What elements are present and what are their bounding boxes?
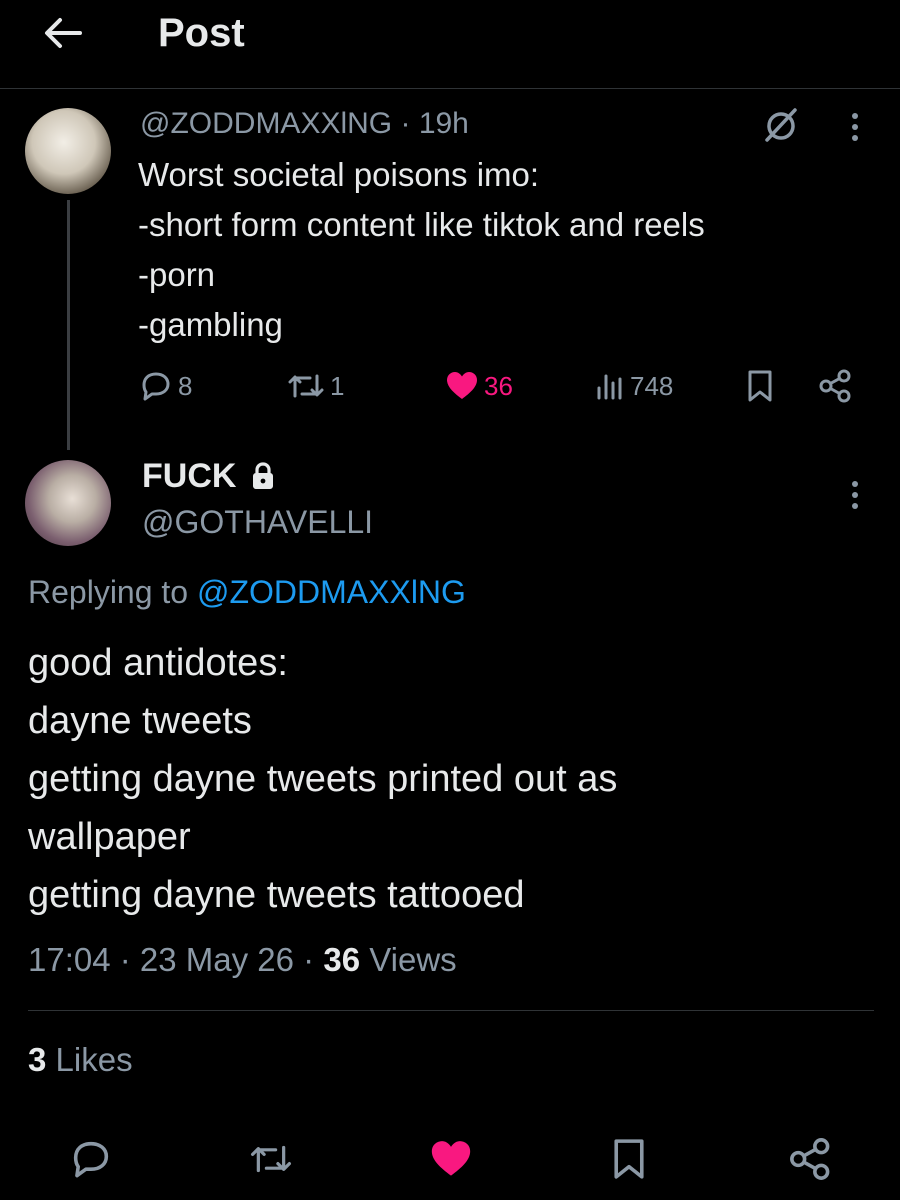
views-count: 748 bbox=[630, 370, 674, 401]
parent-like-button[interactable]: 36 bbox=[444, 368, 513, 404]
avatar-gothavelli[interactable] bbox=[25, 460, 111, 546]
parent-post-line: -porn bbox=[138, 256, 216, 293]
lock-icon bbox=[253, 462, 274, 489]
display-name: FUCK bbox=[142, 457, 237, 495]
like-button[interactable] bbox=[428, 1136, 474, 1182]
main-post-line: dayne tweets bbox=[28, 700, 252, 742]
main-post-author[interactable]: FUCK bbox=[142, 456, 276, 496]
parent-post-line: -gambling bbox=[138, 306, 283, 343]
meta-separator: · bbox=[294, 941, 324, 978]
reply-icon bbox=[142, 372, 170, 401]
main-post-line: getting dayne tweets printed out as bbox=[28, 758, 618, 800]
parent-post-text: Worst societal poisons imo: -short form … bbox=[138, 150, 705, 350]
parent-post-meta: @ZODDMAXXlNG · 19h bbox=[140, 104, 469, 144]
main-post-line: wallpaper bbox=[28, 816, 191, 858]
reply-count: 8 bbox=[178, 370, 193, 401]
views-icon bbox=[597, 374, 622, 400]
header-divider bbox=[0, 88, 900, 89]
main-more-button[interactable] bbox=[840, 478, 870, 512]
share-button[interactable] bbox=[788, 1136, 834, 1182]
back-arrow-icon bbox=[45, 18, 82, 48]
heart-icon bbox=[431, 1141, 471, 1176]
avatar-zoddmaxxing[interactable] bbox=[25, 108, 111, 194]
main-post-text: good antidotes: dayne tweets getting day… bbox=[28, 634, 617, 924]
post-date[interactable]: 23 May 26 bbox=[140, 941, 294, 978]
likes-label: Likes bbox=[55, 1041, 133, 1078]
parent-repost-button[interactable]: 1 bbox=[286, 368, 344, 404]
parent-share-button[interactable] bbox=[818, 368, 858, 404]
parent-views-button[interactable]: 748 bbox=[594, 368, 673, 404]
replying-to: Replying to @ZODDMAXXlNG bbox=[28, 570, 466, 614]
grok-icon bbox=[765, 108, 797, 142]
views-label: Views bbox=[369, 941, 457, 978]
more-icon bbox=[852, 481, 858, 509]
share-icon bbox=[819, 369, 851, 403]
repost-button[interactable] bbox=[248, 1136, 294, 1182]
like-count: 36 bbox=[484, 370, 513, 401]
repost-count: 1 bbox=[330, 370, 345, 401]
bookmark-button[interactable] bbox=[606, 1136, 652, 1182]
reply-button[interactable] bbox=[68, 1136, 114, 1182]
back-button[interactable] bbox=[40, 10, 86, 56]
parent-bookmark-button[interactable] bbox=[744, 368, 780, 404]
replying-prefix: Replying to bbox=[28, 574, 189, 610]
likes-summary-link[interactable]: 3 Likes bbox=[28, 1036, 133, 1084]
parent-more-button[interactable] bbox=[840, 110, 870, 144]
retweet-icon bbox=[250, 1145, 292, 1173]
heart-icon bbox=[447, 372, 477, 399]
grok-button[interactable] bbox=[762, 106, 800, 144]
main-post-meta: 17:04 · 23 May 26 · 36 Views bbox=[28, 936, 457, 984]
post-time[interactable]: 17:04 bbox=[28, 941, 111, 978]
main-post-line: good antidotes: bbox=[28, 642, 288, 684]
views-total: 36 bbox=[323, 941, 361, 978]
stats-divider bbox=[28, 1010, 874, 1011]
page-title: Post bbox=[158, 11, 245, 55]
retweet-icon bbox=[288, 374, 324, 398]
parent-post-handle[interactable]: @ZODDMAXXlNG bbox=[140, 107, 392, 140]
reply-icon bbox=[73, 1141, 109, 1178]
meta-separator: · bbox=[392, 107, 419, 140]
replying-mention-link[interactable]: @ZODDMAXXlNG bbox=[197, 574, 466, 610]
likes-total: 3 bbox=[28, 1041, 47, 1078]
meta-separator: · bbox=[110, 941, 140, 978]
more-icon bbox=[852, 113, 858, 141]
parent-post-time[interactable]: 19h bbox=[419, 107, 469, 140]
thread-line bbox=[67, 200, 70, 450]
share-icon bbox=[790, 1138, 830, 1180]
bookmark-icon bbox=[748, 370, 772, 402]
parent-post-line: Worst societal poisons imo: bbox=[138, 156, 540, 193]
bookmark-icon bbox=[614, 1139, 644, 1179]
parent-reply-button[interactable]: 8 bbox=[138, 368, 192, 404]
main-post-line: getting dayne tweets tattooed bbox=[28, 874, 525, 916]
parent-post-line: -short form content like tiktok and reel… bbox=[138, 206, 705, 243]
main-post-handle[interactable]: @GOTHAVELLI bbox=[142, 502, 373, 542]
